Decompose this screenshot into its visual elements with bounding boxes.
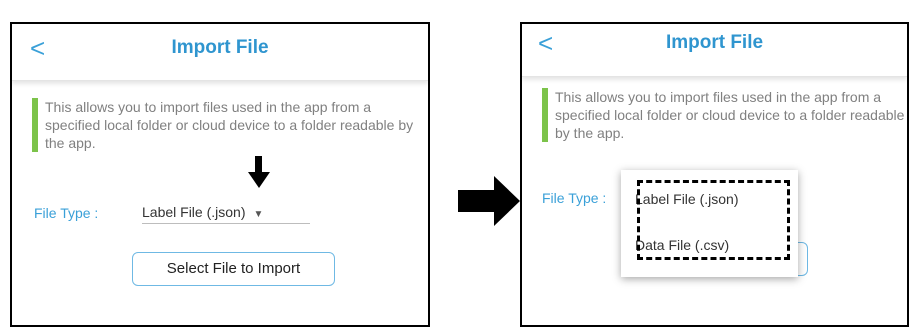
file-type-label: File Type : — [34, 205, 99, 221]
info-text: This allows you to import files used in … — [542, 88, 907, 142]
page-title: Import File — [171, 37, 269, 58]
left-screen: < Import File This allows you to import … — [10, 22, 430, 327]
file-type-label: File Type : — [542, 190, 607, 206]
highlight-box — [637, 180, 790, 260]
select-file-button[interactable]: Select File to Import — [132, 252, 335, 286]
page-title: Import File — [665, 32, 764, 53]
app-header: < Import File — [522, 24, 907, 77]
dropdown-value: Label File (.json) — [142, 204, 246, 220]
dropdown-caret-icon: ▼ — [253, 209, 264, 220]
app-header: < Import File — [12, 24, 428, 81]
right-screen: < Import File This allows you to import … — [520, 22, 909, 327]
info-text: This allows you to import files used in … — [32, 98, 428, 152]
right-arrow-icon — [458, 176, 520, 226]
dropdown-underline — [142, 223, 310, 224]
file-type-dropdown[interactable]: Label File (.json) ▼ — [142, 204, 263, 220]
down-arrow-icon — [248, 156, 270, 188]
